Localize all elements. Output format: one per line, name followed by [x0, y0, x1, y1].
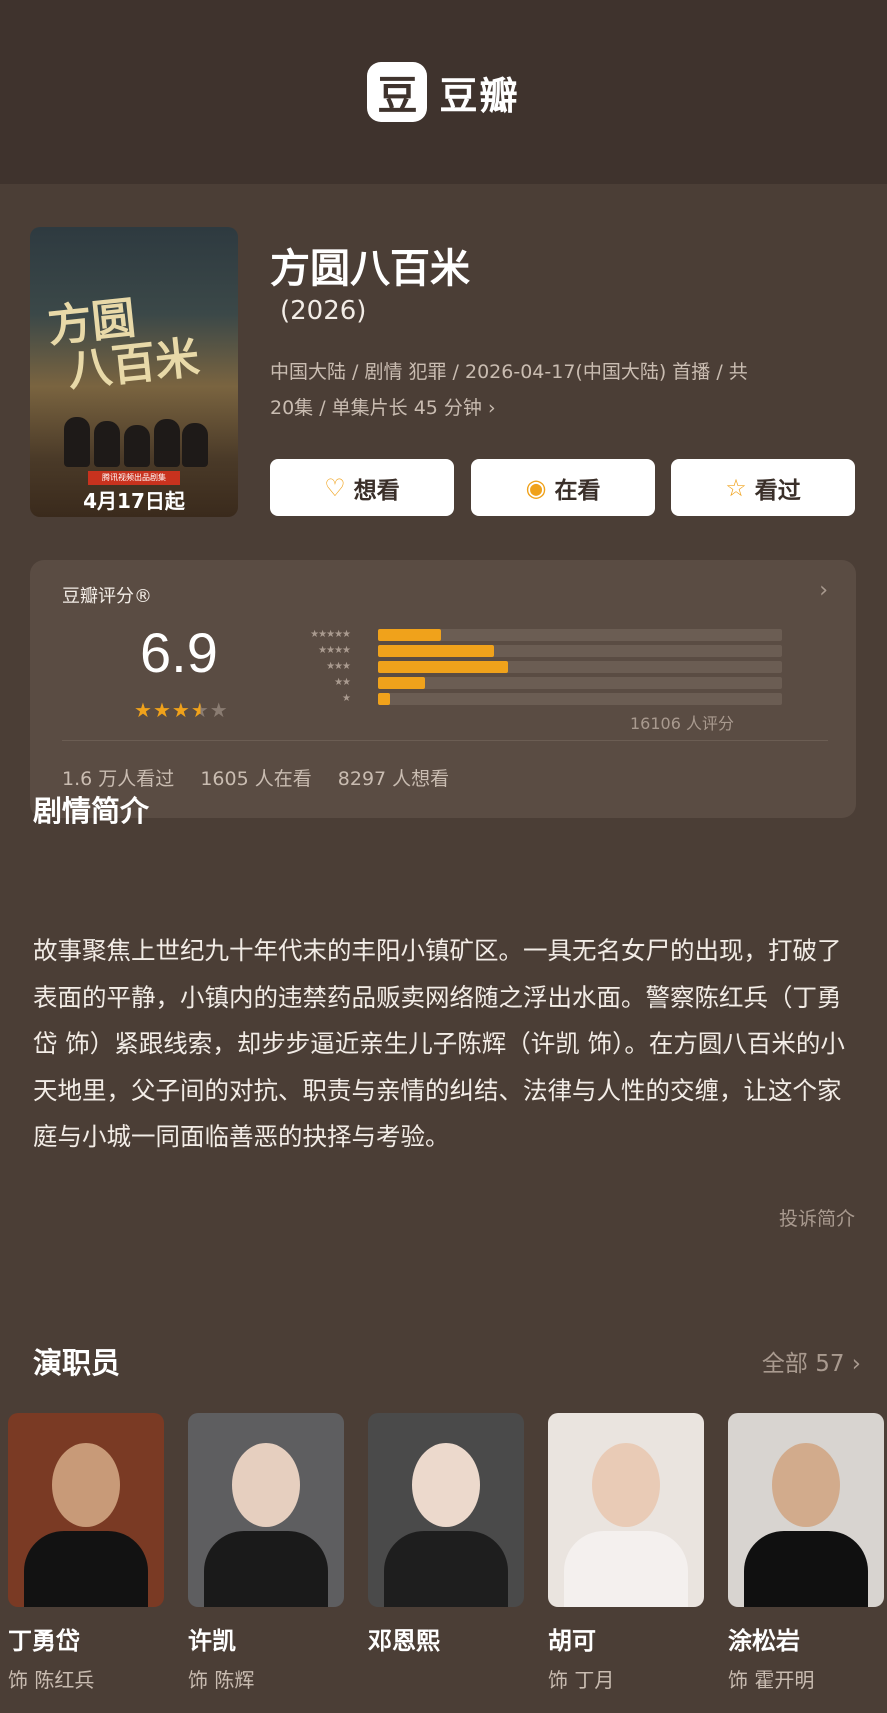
cast-photo	[368, 1413, 524, 1607]
cast-name: 涂松岩	[728, 1627, 800, 1655]
heart-plus-icon: ♡	[324, 473, 346, 502]
rating-bar-track	[378, 645, 782, 657]
rating-bar-fill	[378, 645, 494, 657]
cast-role: 饰 陈辉	[188, 1668, 255, 1692]
cast-name: 胡可	[548, 1627, 596, 1655]
cast-photo-head	[772, 1443, 840, 1527]
cast-photo-head	[232, 1443, 300, 1527]
rating-bar-row: ★★★	[266, 660, 786, 676]
watching-button[interactable]: ◉ 在看	[471, 459, 655, 516]
rating-bar-row: ★	[266, 692, 786, 708]
poster-image[interactable]: 方圆 八百米 腾讯视频出品剧集 4月17日起	[30, 227, 238, 517]
watching-button-label: 在看	[554, 477, 601, 504]
rating-score: 6.9	[140, 621, 218, 684]
poster-badge: 腾讯视频出品剧集	[88, 471, 180, 485]
douban-logo-icon: 豆	[367, 62, 428, 122]
rating-bar-stars: ★★★★★	[310, 629, 351, 640]
app-header: 豆 豆瓣	[0, 0, 887, 184]
want-button-label: 想看	[353, 477, 400, 504]
want-count: 8297 人想看	[337, 768, 450, 790]
cast-photo	[728, 1413, 884, 1607]
cast-photo-body	[384, 1531, 508, 1607]
app-name: 豆瓣	[439, 73, 520, 118]
cast-photo-body	[564, 1531, 688, 1607]
cast-photo-head	[592, 1443, 660, 1527]
cast-member[interactable]: 胡可饰 丁月	[548, 1413, 704, 1693]
rating-bar-track	[378, 677, 782, 689]
rating-bar-track	[378, 661, 782, 673]
report-synopsis-link[interactable]: 投诉简介	[779, 1204, 855, 1231]
divider	[62, 740, 828, 741]
rating-count: 16106 人评分	[630, 714, 734, 733]
cast-member[interactable]: 邓恩熙	[368, 1413, 524, 1656]
star-icon: ☆	[725, 473, 747, 502]
watch-stats: 1.6 万人看过 1605 人在看 8297 人想看	[62, 764, 469, 791]
cast-role: 饰 陈红兵	[8, 1668, 95, 1692]
cast-role: 饰 霍开明	[728, 1668, 815, 1692]
watched-button-label: 看过	[754, 477, 801, 504]
rating-bar-stars: ★★	[334, 677, 351, 688]
cast-photo	[548, 1413, 704, 1607]
rating-bar-stars: ★	[342, 693, 351, 704]
cast-name: 丁勇岱	[8, 1627, 80, 1655]
chevron-right-icon[interactable]: ›	[819, 578, 828, 603]
want-button[interactable]: ♡ 想看	[270, 459, 454, 516]
rating-bar-row: ★★★★★	[266, 628, 786, 644]
star-empty-icon: ★	[209, 698, 229, 722]
cast-member[interactable]: 丁勇岱饰 陈红兵	[8, 1413, 164, 1693]
star-half-icon: ★	[190, 698, 210, 722]
star-full-icon: ★	[171, 698, 191, 722]
movie-title: 方圆八百米	[270, 246, 470, 292]
watching-count: 1605 人在看	[200, 768, 312, 790]
cast-name: 许凯	[188, 1627, 236, 1655]
cast-photo	[8, 1413, 164, 1607]
chevron-right-icon: ›	[487, 397, 496, 419]
star-full-icon: ★	[134, 698, 153, 722]
movie-meta-line2: 20集 / 单集片长 45 分钟	[270, 397, 482, 419]
synopsis-title: 剧情简介	[33, 794, 150, 828]
cast-member[interactable]: 许凯饰 陈辉	[188, 1413, 344, 1693]
rating-label: 豆瓣评分®	[62, 586, 152, 607]
cast-photo-head	[412, 1443, 480, 1527]
cast-name: 邓恩熙	[368, 1627, 440, 1655]
cast-all-link[interactable]: 全部 57 ›	[762, 1344, 861, 1378]
rating-bar-row: ★★	[266, 676, 786, 692]
rating-bar-track	[378, 693, 782, 705]
synopsis-text: 故事聚焦上世纪九十年代末的丰阳小镇矿区。一具无名女尸的出现，打破了表面的平静，小…	[33, 936, 845, 1151]
poster-title-art: 方圆 八百米	[45, 292, 202, 399]
movie-meta[interactable]: 中国大陆 / 剧情 犯罪 / 2026-04-17(中国大陆) 首播 / 共 2…	[270, 354, 850, 426]
rating-bar-fill	[378, 693, 390, 705]
cast-photo-head	[52, 1443, 120, 1527]
watched-button[interactable]: ☆ 看过	[671, 459, 855, 516]
cast-photo-body	[204, 1531, 328, 1607]
movie-year: (2026)	[280, 296, 367, 326]
rating-card[interactable]: 豆瓣评分® › 6.9 ★★★★★ ★★★★★ ★★★★ ★★★ ★★ ★ 16106 …	[30, 560, 856, 818]
poster-date: 4月17日起	[83, 489, 185, 513]
cast-photo	[188, 1413, 344, 1607]
rating-bar-row: ★★★★	[266, 644, 786, 660]
rating-bar-track	[378, 629, 782, 641]
cast-member[interactable]: 涂松岩饰 霍开明	[728, 1413, 884, 1693]
rating-bar-fill	[378, 661, 508, 673]
movie-meta-line1: 中国大陆 / 剧情 犯罪 / 2026-04-17(中国大陆) 首播 / 共	[270, 361, 748, 383]
cast-photo-body	[24, 1531, 148, 1607]
rating-bar-stars: ★★★	[326, 661, 351, 672]
rating-stars: ★★★★★	[134, 698, 229, 722]
watched-count: 1.6 万人看过	[62, 768, 175, 790]
target-icon: ◉	[525, 473, 547, 502]
rating-bar-fill	[378, 677, 425, 689]
cast-role: 饰 丁月	[548, 1668, 615, 1692]
rating-bar-stars: ★★★★	[318, 645, 351, 656]
cast-photo-body	[744, 1531, 868, 1607]
star-full-icon: ★	[152, 698, 172, 722]
poster-figures	[60, 407, 210, 467]
cast-title: 演职员	[33, 1346, 121, 1380]
rating-bar-fill	[378, 629, 441, 641]
